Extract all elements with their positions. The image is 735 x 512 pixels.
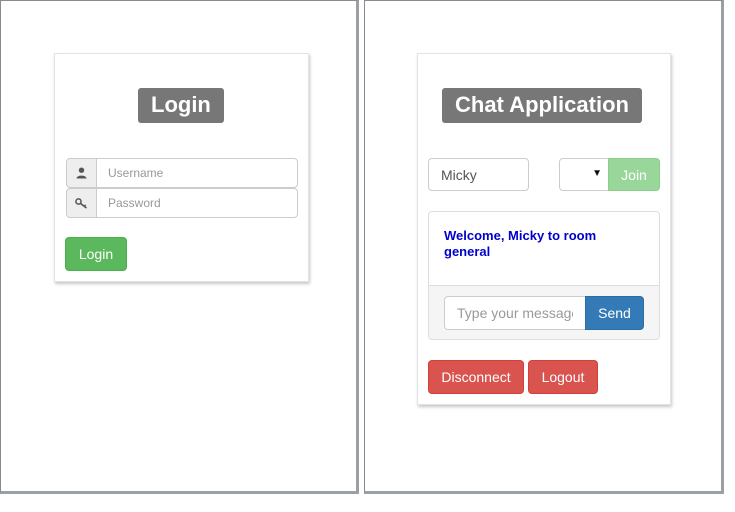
login-title: Login	[138, 88, 224, 123]
user-icon	[66, 158, 97, 188]
join-button[interactable]: Join	[608, 158, 660, 191]
login-window: Login Login	[0, 0, 359, 494]
room-select[interactable]: ▼	[559, 158, 609, 191]
dropdown-arrow-icon: ▼	[592, 168, 602, 179]
login-button[interactable]: Login	[65, 237, 127, 271]
chat-title: Chat Application	[442, 88, 642, 123]
chat-panel-card: Chat Application ▼ Join Welcome, Micky t…	[417, 53, 671, 405]
password-input[interactable]	[96, 188, 298, 218]
username-input-group	[66, 158, 298, 188]
chat-messages-panel: Welcome, Micky to room general Send	[428, 211, 660, 340]
chat-input-footer: Send	[429, 285, 659, 339]
name-input[interactable]	[428, 158, 529, 191]
chat-window: Chat Application ▼ Join Welcome, Micky t…	[364, 0, 724, 494]
key-icon	[66, 188, 97, 218]
send-button[interactable]: Send	[585, 296, 644, 330]
message-list: Welcome, Micky to room general	[429, 212, 659, 285]
welcome-message: Welcome, Micky to room general	[444, 228, 597, 259]
logout-button[interactable]: Logout	[528, 360, 598, 394]
username-input[interactable]	[96, 158, 298, 188]
login-panel: Login Login	[54, 53, 309, 282]
password-input-group	[66, 188, 298, 218]
disconnect-button[interactable]: Disconnect	[428, 360, 524, 394]
message-input[interactable]	[444, 296, 586, 330]
